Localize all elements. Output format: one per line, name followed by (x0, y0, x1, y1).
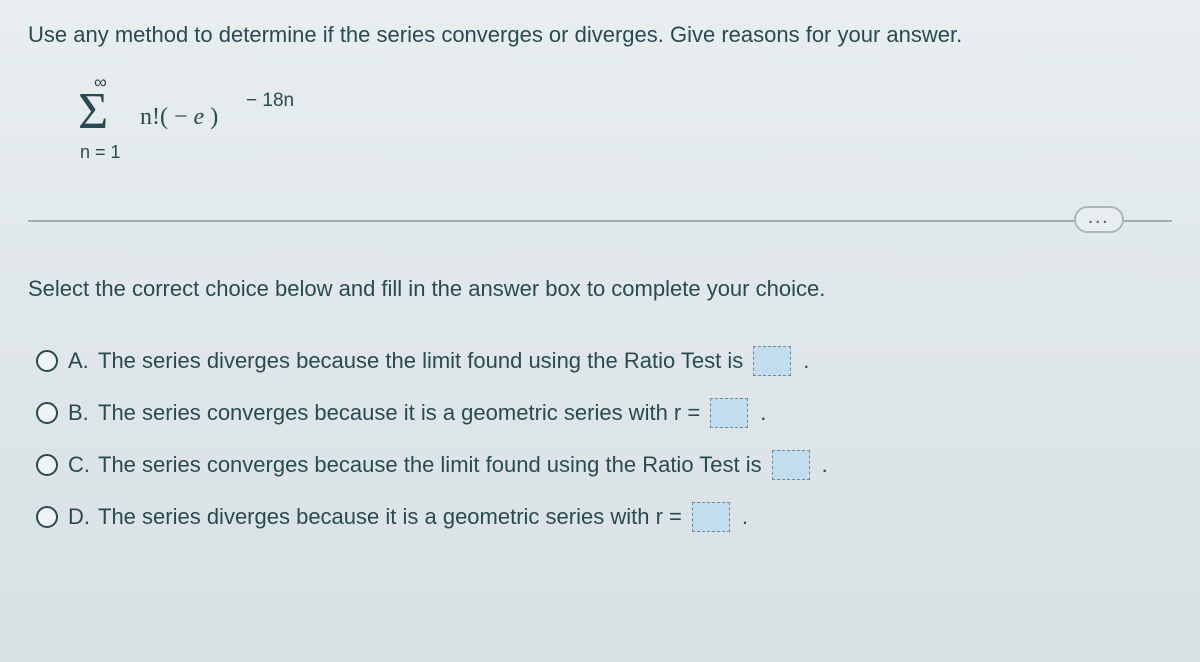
series-formula: ∞ Σ n = 1 n!( − e ) − 18n (78, 76, 1172, 168)
choice-d[interactable]: D. The series diverges because it is a g… (36, 502, 1172, 532)
divider-line (28, 220, 1172, 222)
choice-a[interactable]: A. The series diverges because the limit… (36, 346, 1172, 376)
choice-b-text: The series converges because it is a geo… (98, 398, 766, 428)
answer-box-b[interactable] (710, 398, 748, 428)
radio-c[interactable] (36, 454, 58, 476)
choice-c-letter: C. (68, 452, 98, 478)
sigma-symbol: Σ (78, 86, 108, 138)
series-exponent: − 18n (246, 90, 294, 112)
divider-row: ... (28, 206, 1172, 236)
choice-d-text: The series diverges because it is a geom… (98, 502, 748, 532)
choice-c[interactable]: C. The series converges because the limi… (36, 450, 1172, 480)
radio-a[interactable] (36, 350, 58, 372)
choice-a-text: The series diverges because the limit fo… (98, 346, 809, 376)
answer-box-a[interactable] (753, 346, 791, 376)
answer-box-d[interactable] (692, 502, 730, 532)
instruction-text: Select the correct choice below and fill… (28, 276, 1172, 302)
choice-b-letter: B. (68, 400, 98, 426)
radio-b[interactable] (36, 402, 58, 424)
radio-d[interactable] (36, 506, 58, 528)
choice-a-letter: A. (68, 348, 98, 374)
question-container: Use any method to determine if the serie… (0, 0, 1200, 576)
choice-b[interactable]: B. The series converges because it is a … (36, 398, 1172, 428)
answer-box-c[interactable] (772, 450, 810, 480)
sum-lower-limit: n = 1 (80, 142, 121, 163)
choice-c-text: The series converges because the limit f… (98, 450, 828, 480)
choices-list: A. The series diverges because the limit… (36, 346, 1172, 532)
series-term: n!( − e ) (140, 104, 218, 131)
question-prompt: Use any method to determine if the serie… (28, 22, 1172, 48)
choice-d-letter: D. (68, 504, 98, 530)
ellipsis-badge[interactable]: ... (1074, 206, 1124, 233)
